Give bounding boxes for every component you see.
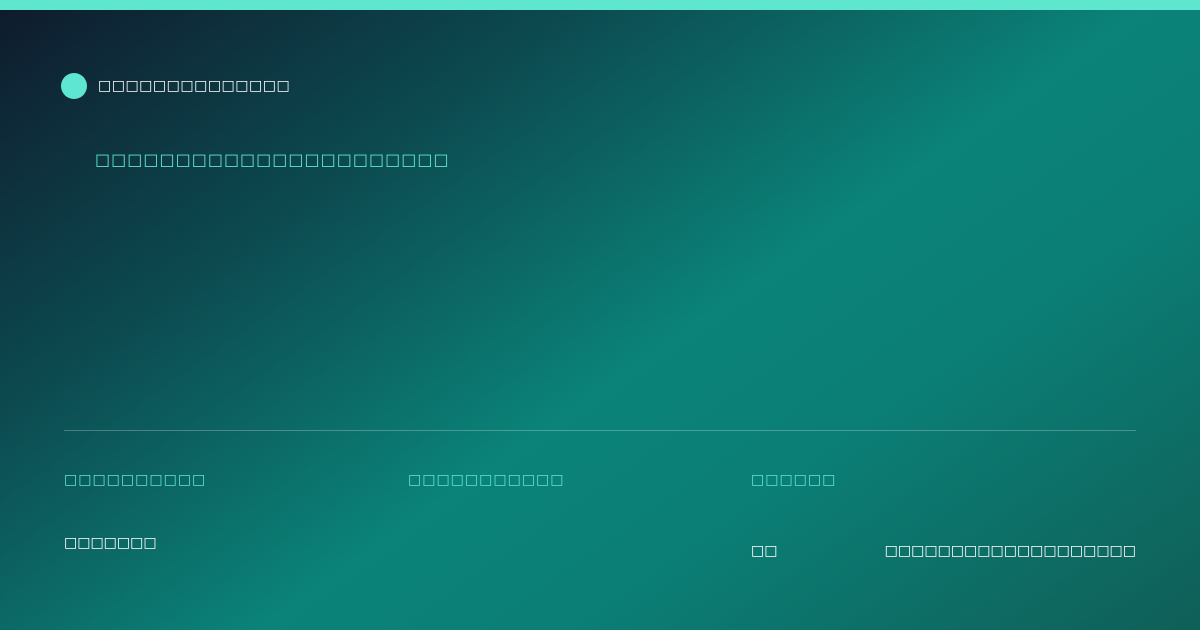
footer-right-text: □□□□□□□□□□□□□□□□□□□ — [884, 543, 1136, 559]
brand-name: □□□□□□□□□□□□□□ — [98, 78, 291, 94]
column-label-1: □□□□□□□□□□ — [64, 472, 207, 488]
divider — [64, 430, 1136, 431]
tagline: □□□□□□□□□□□□□□□□□□□□□□ — [95, 150, 450, 169]
column-value-1: □□□□□□□ — [64, 535, 157, 551]
brand-header: □□□□□□□□□□□□□□ — [61, 73, 290, 99]
brand-logo-dot-icon — [61, 73, 87, 99]
column-label-2: □□□□□□□□□□□ — [408, 472, 565, 488]
column-label-3: □□□□□□ — [751, 472, 837, 488]
column-value-3: □□ — [751, 543, 778, 559]
top-accent-bar — [0, 0, 1200, 10]
